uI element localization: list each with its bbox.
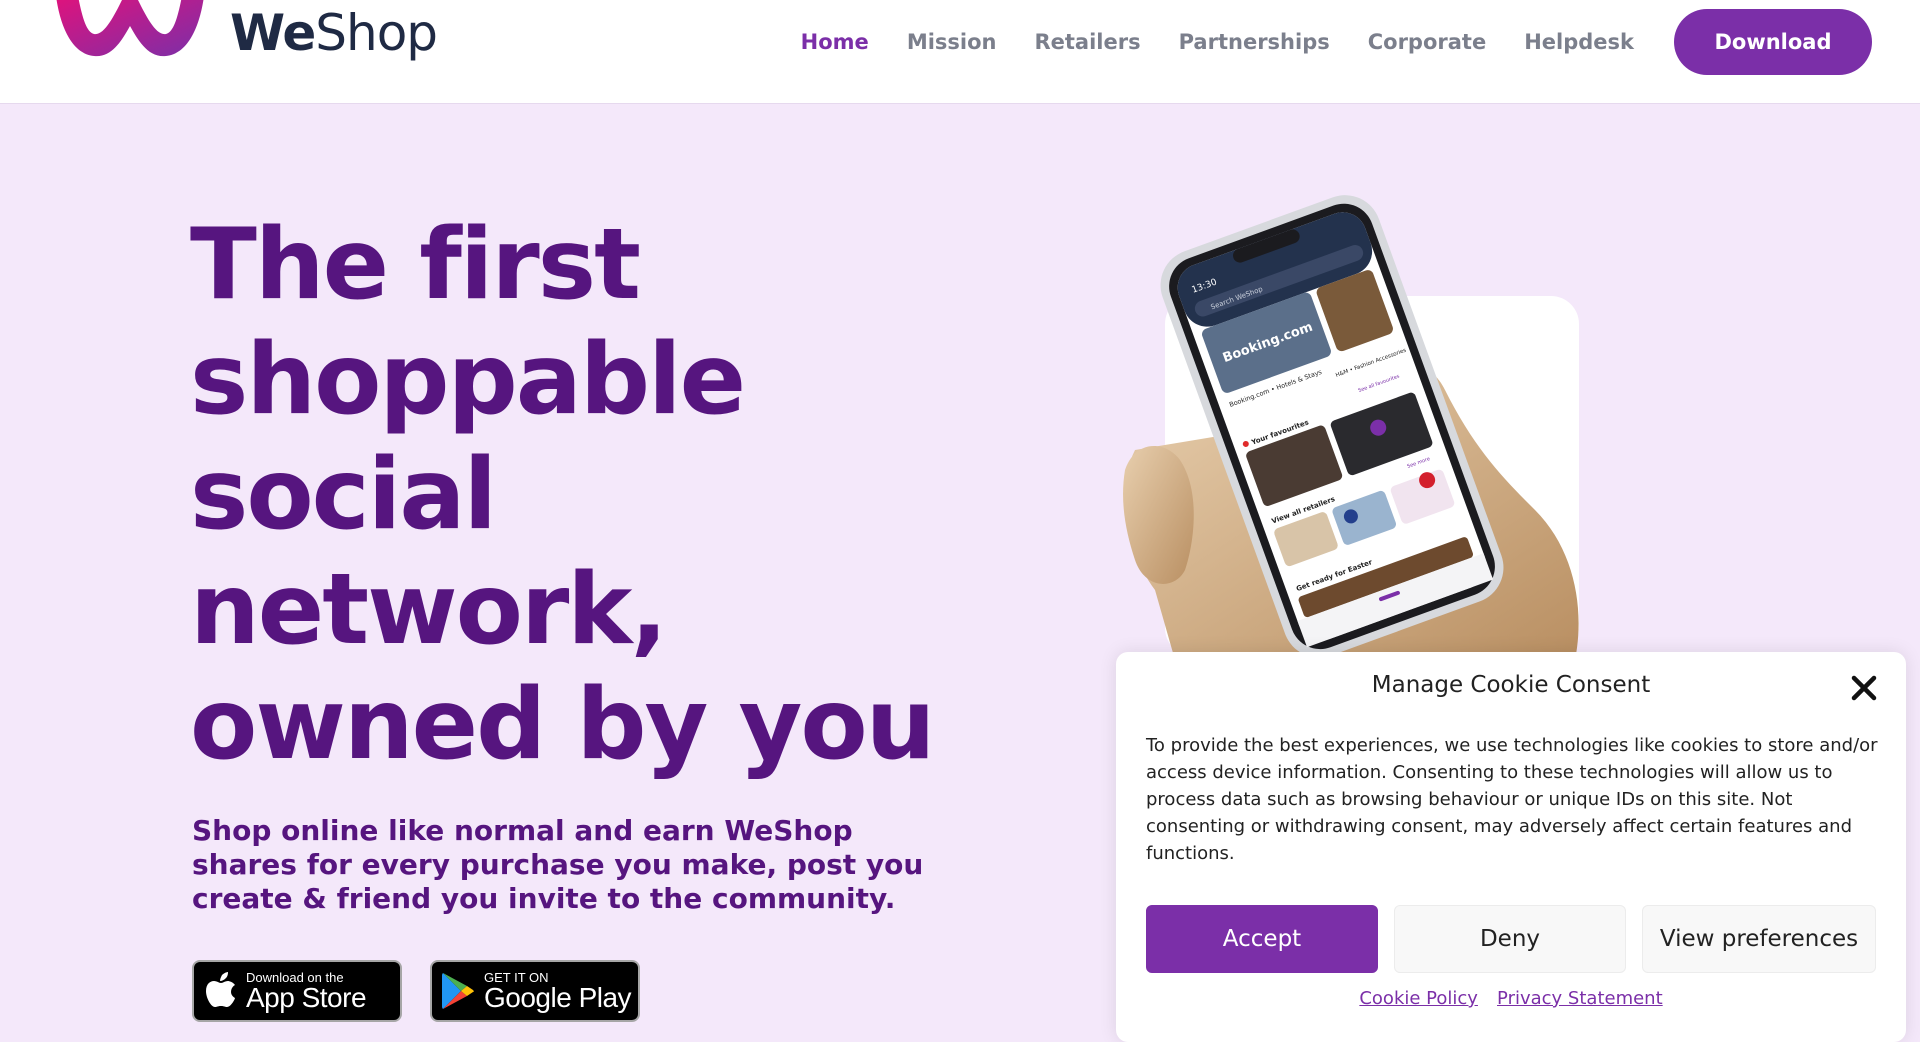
cookie-policy-link[interactable]: Cookie Policy [1359,988,1478,1009]
hero-title: The first shoppable social network, owne… [190,208,950,783]
cookie-dialog-text: To provide the best experiences, we use … [1146,735,1878,864]
nav-corporate[interactable]: Corporate [1368,30,1486,54]
deny-button[interactable]: Deny [1394,905,1626,973]
google-play-big-text: Google Play [484,981,632,1013]
hero-title-line: shoppable [190,323,746,437]
download-button[interactable]: Download [1674,9,1872,75]
cookie-links: Cookie Policy Privacy Statement [1116,988,1906,1009]
nav-helpdesk[interactable]: Helpdesk [1524,30,1634,54]
apple-icon [206,972,235,1007]
nav-mission[interactable]: Mission [907,30,997,54]
hero-title-line: network, [190,553,668,667]
store-badges: Download on the App Store GET IT ON Goog… [192,960,668,1022]
nav-retailers[interactable]: Retailers [1034,30,1140,54]
hero-title-line: owned by you [190,668,936,782]
google-play-badge[interactable]: GET IT ON Google Play [430,960,640,1022]
nav-home[interactable]: Home [801,30,869,54]
site-header: WeShop Home Mission Retailers Partnershi… [0,0,1920,104]
phone-in-hand-image: 13:30 Search WeShop Booking.com Booking.… [1123,195,1579,660]
cookie-actions: Accept Deny View preferences [1146,905,1876,973]
view-preferences-button[interactable]: View preferences [1642,905,1876,973]
hero-title-line: The first [190,208,641,322]
google-play-icon [442,973,474,1009]
accept-button[interactable]: Accept [1146,905,1378,973]
app-store-big-text: App Store [246,981,367,1013]
weshop-wordmark: WeShop [230,4,438,62]
main-nav: Home Mission Retailers Partnerships Corp… [763,0,1872,84]
cookie-dialog-title: Manage Cookie Consent [1371,672,1651,698]
hero-subtitle: Shop online like normal and earn WeShop … [192,814,924,915]
weshop-logo[interactable]: WeShop [50,0,438,70]
nav-partnerships[interactable]: Partnerships [1179,30,1330,54]
privacy-statement-link[interactable]: Privacy Statement [1497,988,1663,1009]
close-icon[interactable] [1848,672,1880,704]
app-store-badge[interactable]: Download on the App Store [192,960,402,1022]
cookie-consent-dialog: Manage Cookie Consent To provide the bes… [1116,652,1906,1042]
hero-title-line: social [190,438,497,552]
weshop-logo-mark-icon [56,0,204,57]
